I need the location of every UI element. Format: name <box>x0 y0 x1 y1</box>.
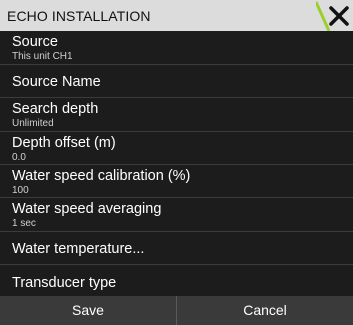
list-item-value: Unlimited <box>12 118 54 129</box>
list-item-label: Source Name <box>12 74 101 90</box>
list-item-search-depth[interactable]: Search depth Unlimited <box>0 98 353 132</box>
list-item-source[interactable]: Source This unit CH1 <box>0 31 353 65</box>
cancel-button[interactable]: Cancel <box>177 296 353 325</box>
list-item-water-temperature[interactable]: Water temperature... <box>0 232 353 265</box>
list-item-label: Depth offset (m) <box>12 135 116 151</box>
list-item-label: Water temperature... <box>12 241 145 257</box>
save-button[interactable]: Save <box>0 296 176 325</box>
list-item-water-speed-averaging[interactable]: Water speed averaging 1 sec <box>0 198 353 232</box>
list-item-value: This unit CH1 <box>12 51 73 62</box>
settings-list: Source This unit CH1 Source Name Search … <box>0 31 353 296</box>
list-item-label: Transducer type <box>12 275 117 291</box>
list-item-label: Search depth <box>12 101 99 117</box>
list-item-source-name[interactable]: Source Name <box>0 65 353 98</box>
dialog-title: ECHO INSTALLATION <box>7 8 151 24</box>
list-item-transducer-type[interactable]: Transducer type <box>0 265 353 296</box>
list-item-label: Source <box>12 34 58 50</box>
list-item-value: 1 sec <box>12 218 36 229</box>
list-item-value: 100 <box>12 185 29 196</box>
dialog-titlebar: ECHO INSTALLATION <box>0 0 353 31</box>
close-icon[interactable] <box>326 3 352 29</box>
echo-installation-dialog: ECHO INSTALLATION Source This unit CH1 S… <box>0 0 353 325</box>
list-item-label: Water speed averaging <box>12 201 162 217</box>
dialog-footer: Save Cancel <box>0 296 353 325</box>
list-item-value: 0.0 <box>12 152 26 163</box>
list-item-depth-offset[interactable]: Depth offset (m) 0.0 <box>0 132 353 165</box>
list-item-water-speed-calibration[interactable]: Water speed calibration (%) 100 <box>0 165 353 198</box>
list-item-label: Water speed calibration (%) <box>12 168 191 184</box>
